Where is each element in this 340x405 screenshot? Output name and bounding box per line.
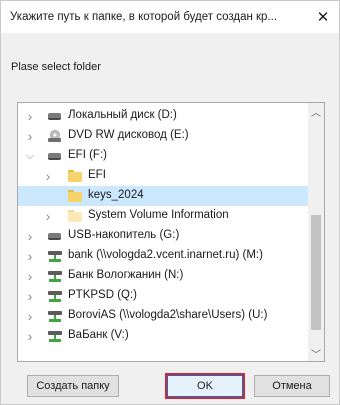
scrollbar-thumb[interactable]: [311, 215, 321, 330]
scroll-down-button[interactable]: ﹀: [308, 345, 324, 361]
network-drive-icon: [48, 331, 62, 342]
tree-item-label: EFI: [88, 169, 106, 181]
tree-item-label: bank (\\vologda2.vcent.inarnet.ru) (M:): [68, 249, 263, 261]
tree-item-label: EFI (F:): [68, 149, 107, 161]
drive-icon: [48, 113, 61, 120]
chevron-right-icon[interactable]: ›: [25, 106, 35, 126]
tree-item[interactable]: › DVD RW дисковод (E:): [18, 126, 309, 146]
close-icon: ✕: [316, 9, 330, 26]
network-drive-icon: [48, 291, 62, 302]
folder-select-dialog: Укажите путь к папке, в которой будет со…: [0, 0, 340, 405]
tree-item[interactable]: › ВаБанк (V:): [18, 326, 309, 346]
tree-item[interactable]: › USB-накопитель (G:): [18, 226, 309, 246]
tree-item-label: Локальный диск (D:): [68, 109, 177, 121]
chevron-right-icon[interactable]: ›: [25, 226, 35, 246]
tree-item[interactable]: › EFI: [18, 166, 309, 186]
tree-item[interactable]: › PTKPSD (Q:): [18, 286, 309, 306]
folder-tree-rows: › Локальный диск (D:) › DVD RW дисковод (E:…: [18, 106, 309, 346]
network-drive-icon: [48, 251, 62, 262]
folder-pale-icon: [68, 210, 82, 222]
chevron-right-icon[interactable]: ›: [43, 166, 53, 186]
dvd-drive-icon: [48, 130, 61, 142]
close-button[interactable]: ✕: [311, 5, 335, 29]
chevron-down-icon[interactable]: ⌵: [25, 146, 35, 166]
chevron-right-icon[interactable]: ›: [25, 126, 35, 146]
tree-item-label: USB-накопитель (G:): [68, 229, 180, 241]
tree-item-label: ВаБанк (V:): [68, 329, 129, 341]
create-folder-button[interactable]: Создать папку: [27, 375, 119, 397]
dialog-title: Укажите путь к папке, в которой будет со…: [10, 11, 278, 23]
drive-icon: [48, 153, 61, 160]
tree-item-label: keys_2024: [88, 189, 144, 201]
tree-item[interactable]: › BoroviAS (\\vologda2\share\Users) (U:): [18, 306, 309, 326]
chevron-right-icon[interactable]: ›: [25, 326, 35, 346]
tree-item[interactable]: › Локальный диск (D:): [18, 106, 309, 126]
ok-button[interactable]: OK: [167, 375, 243, 397]
tree-item[interactable]: ⌵ EFI (F:): [18, 146, 309, 166]
folder-icon: [68, 170, 82, 182]
tree-item-label: DVD RW дисковод (E:): [68, 129, 189, 141]
chevron-right-icon[interactable]: ›: [25, 306, 35, 326]
vertical-scrollbar[interactable]: ︿ ﹀: [308, 103, 324, 361]
chevron-up-icon: ︿: [311, 107, 321, 119]
tree-item[interactable]: keys_2024: [18, 186, 309, 206]
title-bar[interactable]: Укажите путь к папке, в которой будет со…: [1, 1, 339, 33]
cancel-button[interactable]: Отмена: [254, 375, 330, 397]
chevron-right-icon[interactable]: ›: [43, 206, 53, 226]
prompt-text: Plase select folder: [11, 61, 101, 73]
scroll-up-button[interactable]: ︿: [308, 103, 324, 119]
tree-item-label: System Volume Information: [88, 209, 229, 221]
folder-tree[interactable]: › Локальный диск (D:) › DVD RW дисковод (E:…: [17, 102, 325, 362]
chevron-right-icon[interactable]: ›: [25, 286, 35, 306]
tree-item-label: PTKPSD (Q:): [68, 289, 138, 301]
tree-item[interactable]: › Банк Вологжанин (N:): [18, 266, 309, 286]
tree-item-label: Банк Вологжанин (N:): [68, 269, 184, 281]
tree-item-label: BoroviAS (\\vologda2\share\Users) (U:): [68, 309, 268, 321]
folder-icon: [68, 190, 82, 202]
drive-icon: [48, 233, 61, 240]
chevron-down-icon: ﹀: [311, 349, 321, 361]
chevron-right-icon[interactable]: ›: [25, 246, 35, 266]
chevron-right-icon[interactable]: ›: [25, 266, 35, 286]
tree-item[interactable]: › System Volume Information: [18, 206, 309, 226]
tree-item[interactable]: › bank (\\vologda2.vcent.inarnet.ru) (M:): [18, 246, 309, 266]
network-drive-icon: [48, 271, 62, 282]
network-drive-icon: [48, 311, 62, 322]
